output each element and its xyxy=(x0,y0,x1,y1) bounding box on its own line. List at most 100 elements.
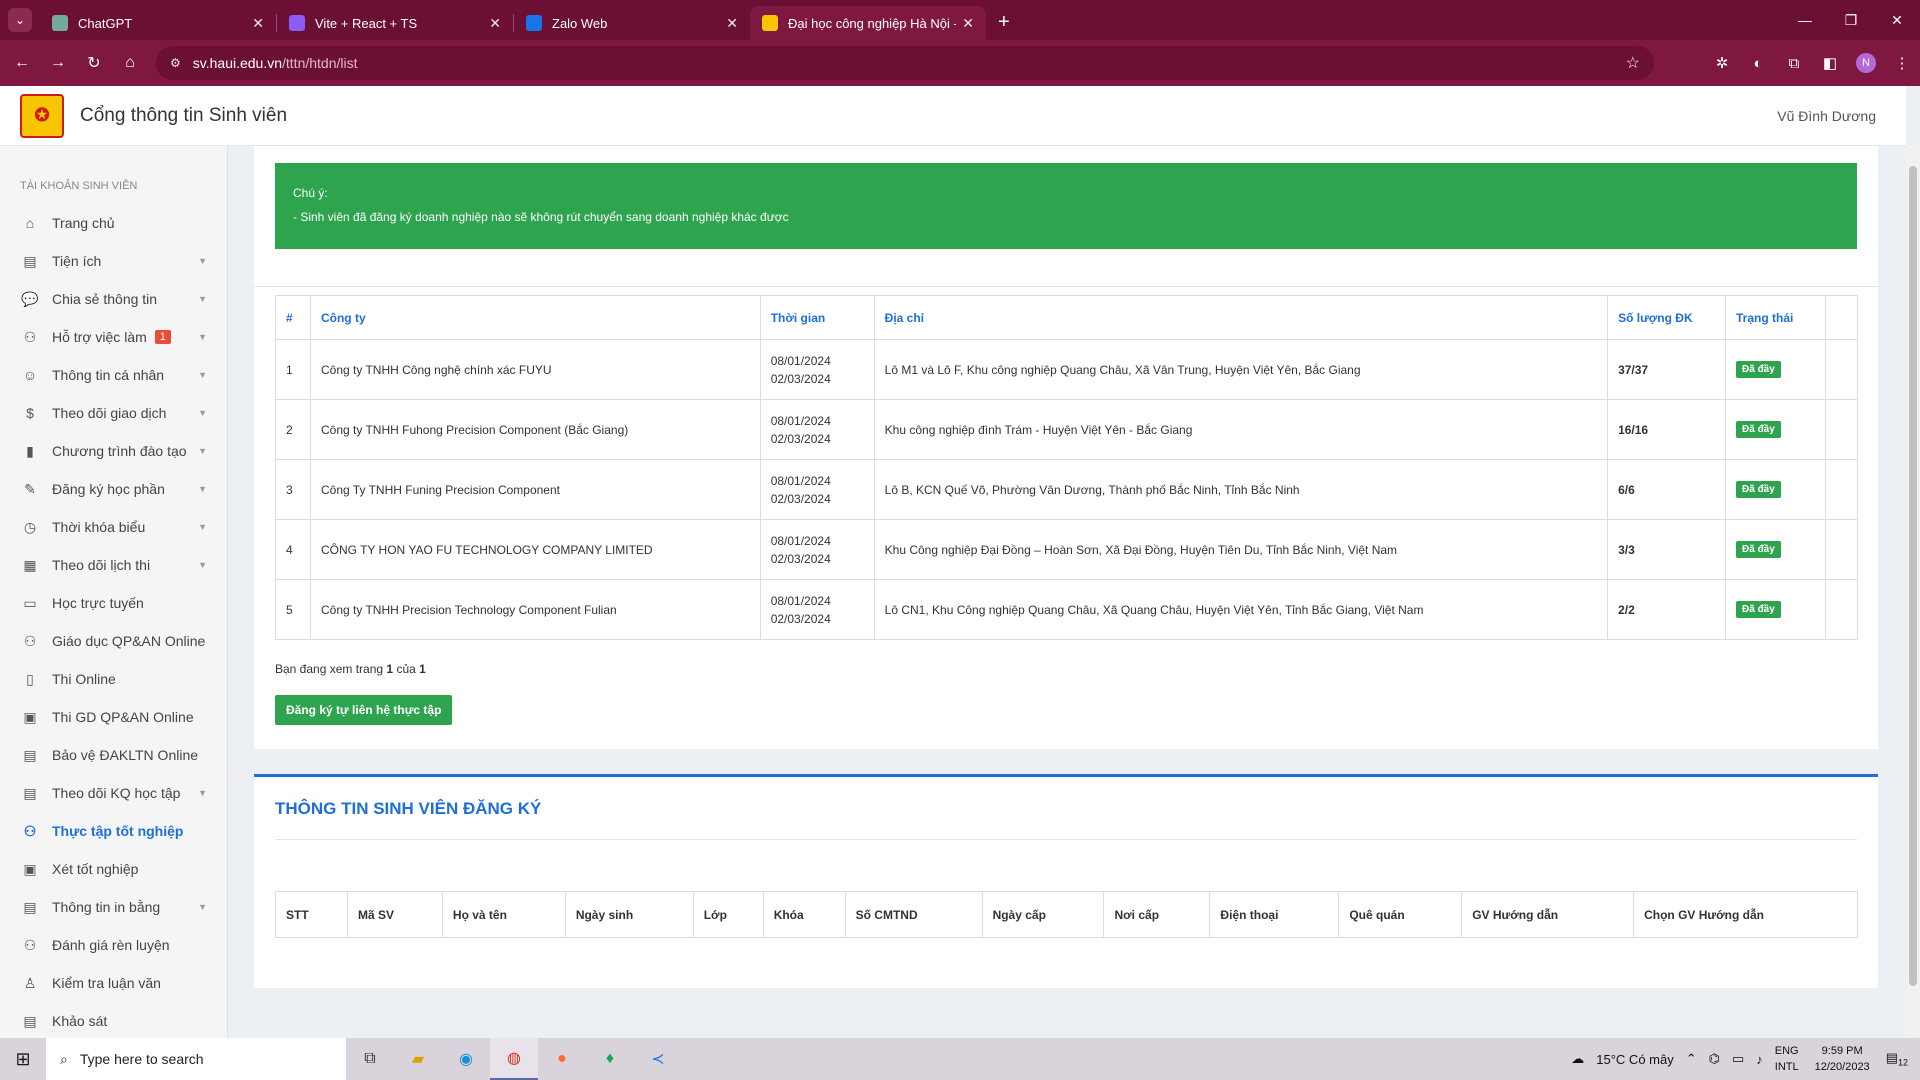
sidebar-item[interactable]: $ Theo dõi giao dịch ▼ xyxy=(0,394,227,432)
extension-color-icon[interactable]: ◐ xyxy=(1740,55,1776,72)
sidebar-item-label: Giáo dục QP&AN Online xyxy=(52,633,206,649)
sidebar-item-label: Tiện ích xyxy=(52,253,102,269)
sidebar-item[interactable]: ▤ Theo dõi KQ học tập ▼ xyxy=(0,774,227,812)
taskbar-search[interactable]: ⌕ Type here to search xyxy=(46,1038,346,1080)
end-date: 02/03/2024 xyxy=(770,431,831,446)
sidebar-item[interactable]: ⌂ Trang chủ xyxy=(0,204,227,242)
sidebar-item[interactable]: ▮ Chương trình đào tạo ▼ xyxy=(0,432,227,470)
edge-icon[interactable]: ◉ xyxy=(442,1038,490,1080)
sidebar: TÀI KHOẢN SINH VIÊN ⌂ Trang chủ ▤ Tiện ích ▼… xyxy=(0,146,228,1038)
show-hidden-icons-icon[interactable]: ⌃ xyxy=(1686,1051,1697,1067)
postman-icon[interactable]: ● xyxy=(538,1038,586,1080)
task-view-icon[interactable]: ⧉ xyxy=(346,1038,394,1080)
action-cell xyxy=(1824,579,1859,640)
time-range: 08/01/2024 02/03/2024 xyxy=(759,399,875,460)
minimize-icon[interactable]: — xyxy=(1782,12,1828,28)
status-cell: Đã đầy xyxy=(1725,459,1826,520)
tab-search-button[interactable]: ⌄ xyxy=(8,8,32,32)
forward-icon[interactable]: → xyxy=(40,54,76,72)
sidebar-item[interactable]: ⚇ Thực tập tốt nghiệp xyxy=(0,812,227,850)
side-panel-icon[interactable]: ◧ xyxy=(1812,54,1848,72)
vscode-icon[interactable]: ≺ xyxy=(634,1038,682,1080)
weather-icon[interactable]: ☁ xyxy=(1571,1051,1584,1067)
url-path: /tttn/htdn/list xyxy=(282,55,358,71)
scrollbar-thumb[interactable] xyxy=(1909,166,1917,986)
clock-time: 9:59 PM xyxy=(1821,1045,1863,1057)
sidebar-item[interactable]: ▤ Thông tin in bằng ▼ xyxy=(0,888,227,926)
sidebar-item[interactable]: ✎ Đăng ký học phần ▼ xyxy=(0,470,227,508)
sidebar-item[interactable]: ▣ Thi GD QP&AN Online xyxy=(0,698,227,736)
tab-close-icon[interactable]: ✕ xyxy=(962,15,974,32)
evaluation-icon: ⚇ xyxy=(23,936,37,953)
volume-icon[interactable]: ♪ xyxy=(1756,1052,1763,1067)
address-bar[interactable]: ⚙ sv.haui.edu.vn/tttn/htdn/list ☆ xyxy=(156,46,1654,80)
browser-tab[interactable]: Đại học công nghiệp Hà Nội - C ✕ xyxy=(750,6,986,40)
extensions-puzzle-icon[interactable]: ⧉ xyxy=(1776,55,1812,72)
home-icon[interactable]: ⌂ xyxy=(112,54,148,72)
page-scrollbar[interactable] xyxy=(1906,146,1920,1038)
sidebar-item[interactable]: 💬 Chia sẻ thông tin ▼ xyxy=(0,280,227,318)
reload-icon[interactable]: ↻ xyxy=(76,53,112,73)
start-date: 08/01/2024 xyxy=(770,533,831,548)
register-self-contact-button[interactable]: Đăng ký tự liên hệ thực tập xyxy=(275,695,453,725)
notification-center-icon[interactable]: ▤12 xyxy=(1886,1050,1908,1068)
site-info-icon[interactable]: ⚙ xyxy=(170,56,181,70)
new-tab-button[interactable]: + xyxy=(998,11,1010,34)
sidebar-item[interactable]: ⚇ Hỗ trợ việc làm 1 ▼ xyxy=(0,318,227,356)
url-host: sv.haui.edu.vn xyxy=(192,55,283,71)
certificate-icon: ▤ xyxy=(23,898,37,915)
tab-title: Zalo Web xyxy=(552,15,608,31)
sidebar-item[interactable]: ▦ Theo dõi lịch thi ▼ xyxy=(0,546,227,584)
browser-tab[interactable]: Vite + React + TS ✕ xyxy=(277,6,513,40)
sidebar-item[interactable]: ⚇ Đánh giá rèn luyện xyxy=(0,926,227,964)
tab-favicon-icon xyxy=(52,15,68,31)
weather-text[interactable]: 15°C Có mây xyxy=(1596,1052,1673,1067)
restore-icon[interactable]: ❐ xyxy=(1828,12,1874,29)
language-indicator[interactable]: ENG INTL xyxy=(1775,1043,1799,1075)
tab-close-icon[interactable]: ✕ xyxy=(252,15,264,32)
caret-down-icon: ▼ xyxy=(198,294,207,304)
network-icon[interactable]: ⌬ xyxy=(1709,1051,1720,1067)
tab-close-icon[interactable]: ✕ xyxy=(489,15,501,32)
sidebar-item-label: Theo dõi giao dịch xyxy=(52,405,167,421)
sidebar-item[interactable]: ▯ Thi Online xyxy=(0,660,227,698)
back-icon[interactable]: ← xyxy=(4,54,40,72)
tab-close-icon[interactable]: ✕ xyxy=(726,15,738,32)
browser-tab[interactable]: Zalo Web ✕ xyxy=(514,6,750,40)
sidebar-item[interactable]: ▣ Xét tốt nghiệp xyxy=(0,850,227,888)
column-header: Chọn GV Hướng dẫn xyxy=(1633,891,1858,938)
extension-icon[interactable]: ✲ xyxy=(1704,54,1740,72)
clock[interactable]: 9:59 PM 12/20/2023 xyxy=(1815,1043,1870,1075)
sidebar-item[interactable]: ☺ Thông tin cá nhân ▼ xyxy=(0,356,227,394)
mongodb-icon[interactable]: ♦ xyxy=(586,1038,634,1080)
close-window-icon[interactable]: ✕ xyxy=(1874,12,1920,29)
company-address: Lô B, KCN Quế Võ, Phường Vân Dương, Thàn… xyxy=(873,459,1609,520)
language-bottom: INTL xyxy=(1774,1061,1799,1073)
transaction-icon: $ xyxy=(26,405,34,421)
bookmark-star-icon[interactable]: ☆ xyxy=(1626,53,1640,73)
sidebar-item[interactable]: ◷ Thời khóa biểu ▼ xyxy=(0,508,227,546)
sidebar-item[interactable]: ▭ Học trực tuyến xyxy=(0,584,227,622)
sidebar-item[interactable]: ▤ Tiện ích ▼ xyxy=(0,242,227,280)
sidebar-item[interactable]: ▤ Bảo vệ ĐAKLTN Online xyxy=(0,736,227,774)
user-menu[interactable]: Vũ Đình Dương xyxy=(1777,108,1876,124)
divider xyxy=(254,286,1878,287)
caret-down-icon: ▼ xyxy=(198,370,207,380)
sidebar-item-label: Khảo sát xyxy=(52,1013,108,1029)
column-header: Địa chỉ xyxy=(873,295,1609,340)
chrome-icon[interactable]: ◍ xyxy=(490,1038,538,1080)
battery-icon[interactable]: ▭ xyxy=(1732,1051,1744,1067)
sidebar-item-label: Kiểm tra luận văn xyxy=(52,975,161,991)
profile-avatar[interactable]: N xyxy=(1856,53,1876,73)
sidebar-item[interactable]: ♙ Kiểm tra luận văn xyxy=(0,964,227,1002)
column-header: Thời gian xyxy=(759,295,875,340)
sidebar-item[interactable]: ▤ Khảo sát xyxy=(0,1002,227,1038)
haui-logo[interactable]: ✪ xyxy=(20,93,64,138)
windows-start-icon[interactable]: ⊞ xyxy=(0,1049,46,1070)
row-number: 2 xyxy=(275,399,311,460)
menu-kebab-icon[interactable]: ⋮ xyxy=(1884,54,1920,72)
table-row: 4 CÔNG TY HON YAO FU TECHNOLOGY COMPANY L… xyxy=(275,519,1859,580)
sidebar-item[interactable]: ⚇ Giáo dục QP&AN Online xyxy=(0,622,227,660)
browser-tab[interactable]: ChatGPT ✕ xyxy=(40,6,276,40)
file-explorer-icon[interactable]: ▰ xyxy=(394,1038,442,1080)
